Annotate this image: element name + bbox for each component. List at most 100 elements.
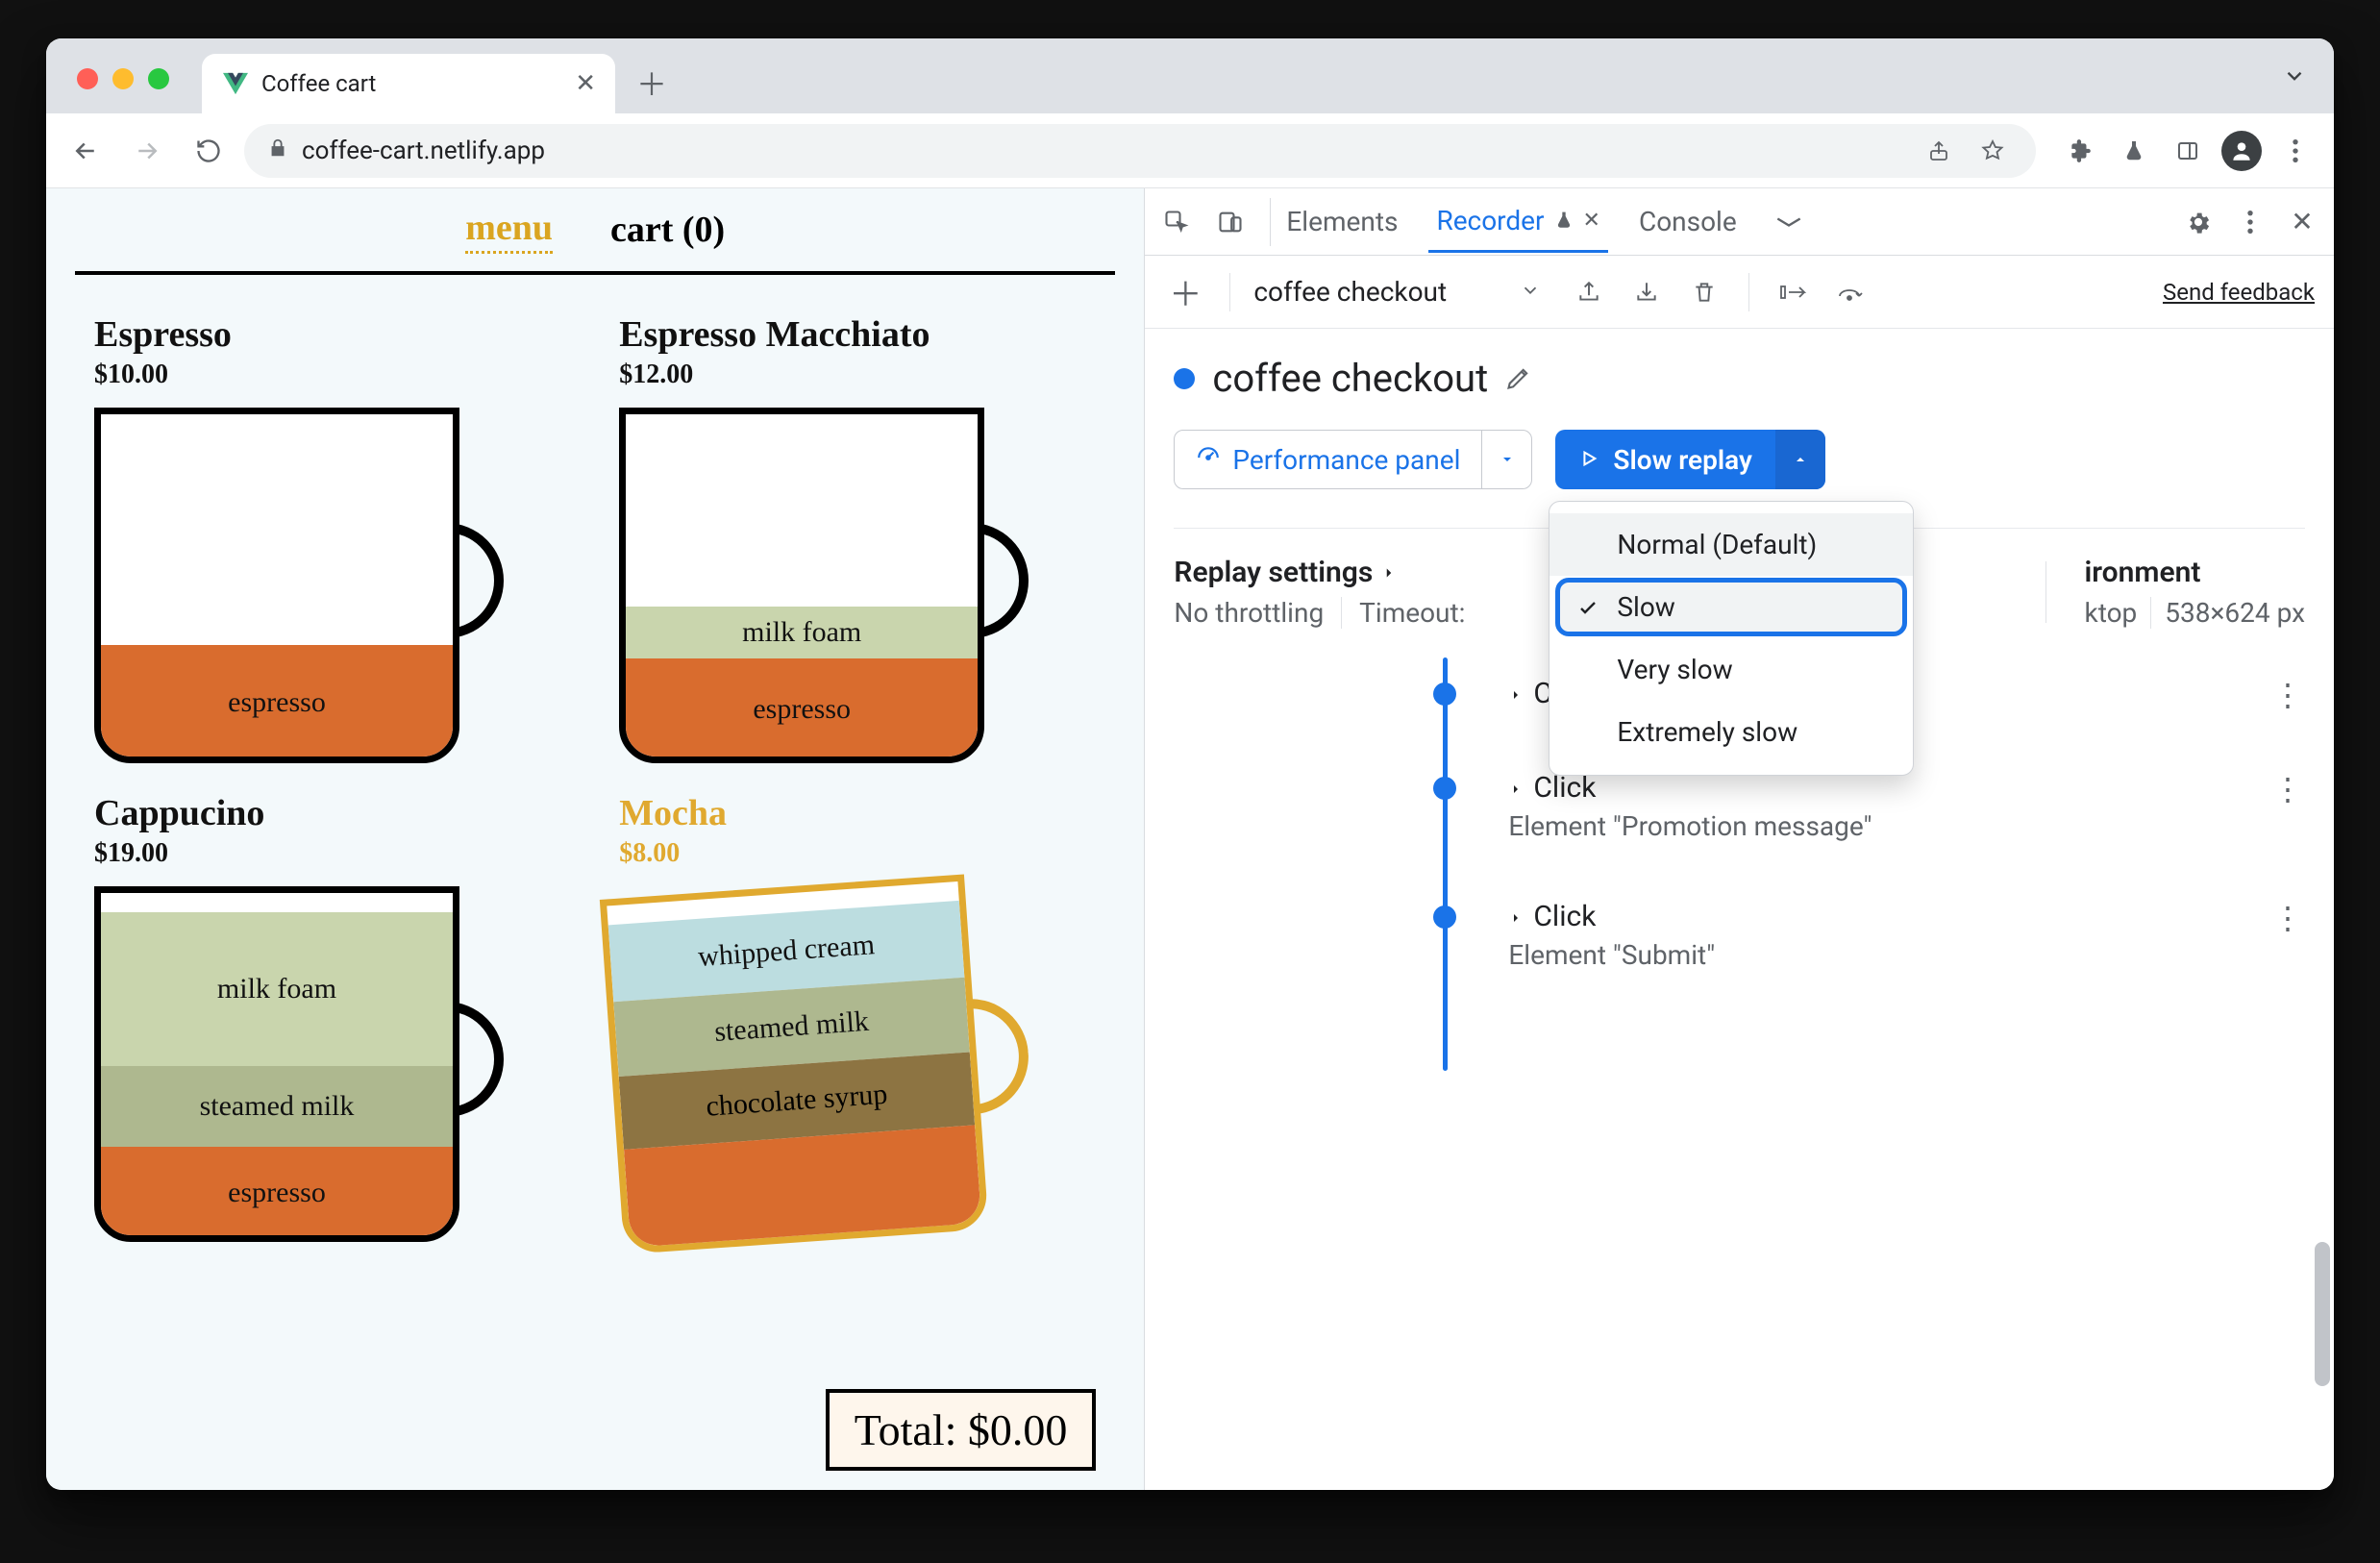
timeout-label: Timeout: [1359, 597, 1465, 629]
slow-replay-button[interactable]: Slow replay [1555, 430, 1824, 489]
timeline-step[interactable]: Click Element "Promotion message" ⋮ [1424, 771, 2305, 842]
share-icon[interactable] [1919, 131, 1959, 171]
product-price: $10.00 [94, 360, 571, 390]
delete-icon[interactable] [1683, 271, 1725, 313]
step-menu-icon[interactable]: ⋮ [2272, 771, 2305, 807]
extensions-icon[interactable] [2055, 126, 2105, 176]
replay-settings-label[interactable]: Replay settings [1174, 556, 1465, 589]
throttling-value: No throttling [1174, 597, 1324, 629]
cup-layer: espresso [101, 1147, 453, 1239]
tab-recorder[interactable]: Recorder ✕ [1428, 191, 1608, 253]
recording-title: coffee checkout [1212, 356, 1488, 401]
send-feedback-link[interactable]: Send feedback [2163, 279, 2315, 306]
devtools-kebab-icon[interactable] [2226, 198, 2274, 246]
omnibox-url: coffee-cart.netlify.app [302, 136, 545, 165]
device-toggle-icon[interactable] [1206, 198, 1254, 246]
cup-layer: steamed milk [101, 1066, 453, 1147]
devtools-scrollbar[interactable] [2313, 281, 2332, 1480]
devtools-settings-icon[interactable] [2174, 198, 2222, 246]
tab-title: Coffee cart [261, 70, 376, 97]
viewport-dims: 538×624 px [2165, 597, 2305, 629]
edit-icon[interactable] [1505, 356, 1532, 401]
environment-label: ironment [2085, 556, 2306, 589]
cup-layer: milk foam [626, 607, 978, 658]
flask-icon [1554, 205, 1574, 236]
step-into-icon[interactable] [1773, 271, 1815, 313]
step-menu-icon[interactable]: ⋮ [2272, 677, 2305, 713]
import-icon[interactable] [1625, 271, 1668, 313]
replay-option-very-slow[interactable]: Very slow [1549, 638, 1913, 701]
tab-elements[interactable]: Elements [1278, 192, 1405, 251]
side-panel-icon[interactable] [2163, 126, 2213, 176]
export-icon[interactable] [1568, 271, 1610, 313]
step-dot-icon [1433, 777, 1456, 800]
replay-option-slow[interactable]: Slow [1549, 576, 1913, 638]
content-split: menu cart (0) Espresso $10.00 espresso [46, 188, 2334, 1490]
product-card[interactable]: Cappucino $19.00 milk foam steamed milk … [94, 792, 571, 1242]
browser-tab[interactable]: Coffee cart ✕ [202, 54, 615, 113]
nav-reload-button[interactable] [183, 125, 235, 177]
step-menu-icon[interactable]: ⋮ [2272, 900, 2305, 936]
caret-down-icon[interactable] [1481, 431, 1531, 488]
device-value: ktop [2085, 597, 2138, 629]
window-minimize-button[interactable] [112, 68, 134, 89]
new-recording-button[interactable]: ＋ [1164, 271, 1206, 313]
chevron-right-icon [1380, 556, 1398, 589]
chevron-down-icon[interactable] [1520, 276, 1541, 308]
step-dot-icon [1433, 682, 1456, 706]
replay-option-normal[interactable]: Normal (Default) [1549, 513, 1913, 576]
vue-logo-icon [223, 71, 248, 96]
timeline-step[interactable]: Click Element "Submit" ⋮ [1424, 900, 2305, 971]
nav-forward-button[interactable] [121, 125, 173, 177]
recording-title-row: coffee checkout [1174, 356, 2305, 401]
gauge-icon [1196, 444, 1221, 476]
replay-speed-dropdown: Normal (Default) Slow Very slow [1549, 501, 1914, 776]
lock-icon [267, 136, 288, 165]
devtools-panel: Elements Recorder ✕ Console [1144, 188, 2334, 1490]
nav-menu-link[interactable]: menu [465, 207, 553, 254]
cart-total[interactable]: Total: $0.00 [826, 1389, 1097, 1471]
chrome-menu-button[interactable] [2270, 126, 2320, 176]
tab-close-icon[interactable]: ✕ [1583, 209, 1600, 233]
tab-close-button[interactable]: ✕ [575, 69, 596, 98]
product-card[interactable]: Mocha $8.00 whipped cream steamed milk c… [619, 792, 1096, 1242]
product-title: Mocha [619, 792, 1096, 834]
recorder-toolbar: ＋ coffee checkout [1145, 256, 2334, 329]
nav-cart-link[interactable]: cart (0) [610, 209, 725, 251]
browser-window: Coffee cart ✕ ＋ coffee-cart.netlify.app [46, 38, 2334, 1490]
tab-console[interactable]: Console [1631, 192, 1745, 251]
bookmark-star-icon[interactable] [1972, 131, 2013, 171]
devtools-close-icon[interactable]: ✕ [2278, 198, 2326, 246]
new-tab-button[interactable]: ＋ [631, 62, 673, 104]
tab-overflow[interactable] [1768, 202, 1810, 242]
check-icon [1574, 596, 1601, 619]
window-close-button[interactable] [77, 68, 98, 89]
omnibox[interactable]: coffee-cart.netlify.app [244, 124, 2036, 178]
product-price: $19.00 [94, 838, 571, 869]
step-over-icon[interactable] [1830, 271, 1872, 313]
recording-dot-icon [1174, 368, 1195, 389]
replay-option-extremely-slow[interactable]: Extremely slow [1549, 701, 1913, 763]
tab-search-button[interactable] [2282, 63, 2307, 92]
web-page: menu cart (0) Espresso $10.00 espresso [46, 188, 1144, 1490]
product-card[interactable]: Espresso Macchiato $12.00 milk foam espr… [619, 313, 1096, 763]
step-desc: Element "Submit" [1508, 939, 1715, 971]
chrome-address-bar: coffee-cart.netlify.app [46, 113, 2334, 188]
product-price: $8.00 [619, 838, 1096, 869]
product-card[interactable]: Espresso $10.00 espresso [94, 313, 571, 763]
window-fullscreen-button[interactable] [148, 68, 169, 89]
devtools-tab-bar: Elements Recorder ✕ Console [1145, 188, 2334, 256]
performance-panel-button[interactable]: Performance panel [1174, 430, 1532, 489]
play-icon [1578, 444, 1599, 476]
recording-select[interactable]: coffee checkout [1253, 276, 1447, 308]
chevron-right-icon [1508, 900, 1524, 933]
nav-back-button[interactable] [60, 125, 112, 177]
product-grid: Espresso $10.00 espresso Espresso Macchi… [46, 275, 1144, 1242]
chrome-toolbar-icons [2055, 126, 2320, 176]
scrollbar-thumb[interactable] [2315, 1242, 2330, 1386]
profile-avatar-icon[interactable] [2217, 126, 2267, 176]
labs-flask-icon[interactable] [2109, 126, 2159, 176]
coffee-cup-icon: milk foam espresso [619, 408, 1023, 763]
inspect-element-icon[interactable] [1153, 198, 1201, 246]
caret-up-icon[interactable] [1775, 430, 1825, 489]
